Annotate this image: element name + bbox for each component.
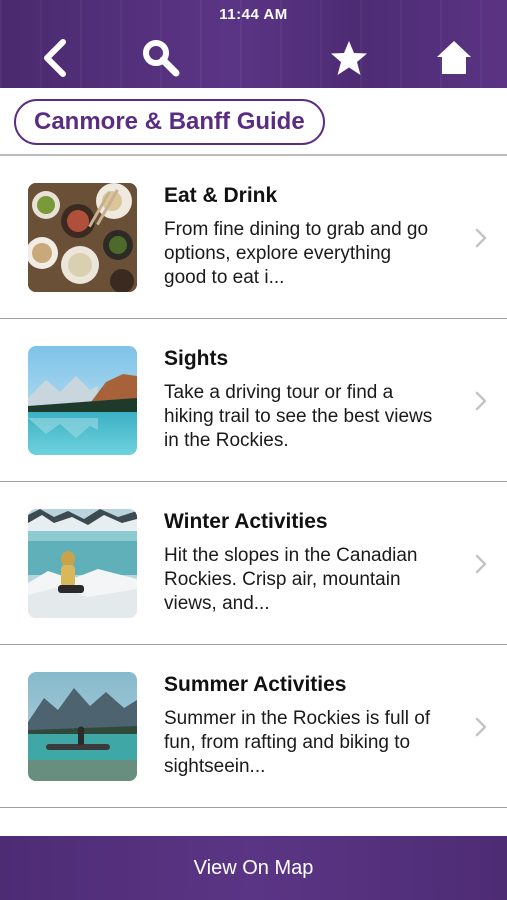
guide-title[interactable]: Canmore & Banff Guide [14,99,325,145]
item-description: Summer in the Rockies is full of fun, fr… [164,708,431,777]
item-description: Take a driving tour or find a hiking tra… [164,382,433,451]
search-button[interactable] [139,36,183,80]
view-on-map-button[interactable]: View On Map [0,836,507,900]
category-list: Eat & Drink From fine dining to grab and… [0,156,507,808]
house-icon [437,41,471,74]
mountain-lake-thumbnail [28,346,137,455]
canoe-lake-thumbnail [28,672,137,781]
chevron-right-icon [475,228,487,248]
chevron-right-icon [475,391,487,411]
list-item-eat-drink[interactable]: Eat & Drink From fine dining to grab and… [0,156,507,319]
snowy-mountain-thumbnail [28,509,137,618]
back-button[interactable] [32,36,76,80]
list-item-summer-activities[interactable]: Summer Activities Summer in the Rockies … [0,645,507,808]
favorites-button[interactable] [327,36,371,80]
item-description: From fine dining to grab and go options,… [164,219,429,288]
chevron-right-icon [475,554,487,574]
chevron-right-icon [475,717,487,737]
top-nav-bar: 11:44 AM [0,0,507,88]
guide-header: Canmore & Banff Guide [0,88,507,156]
item-title: Eat & Drink [164,184,278,207]
star-icon [331,41,367,75]
magnifier-icon [143,40,180,77]
item-title: Winter Activities [164,510,328,533]
home-button[interactable] [432,36,476,80]
list-item-sights[interactable]: Sights Take a driving tour or find a hik… [0,319,507,482]
item-description: Hit the slopes in the Canadian Rockies. … [164,545,418,614]
back-chevron-icon [44,39,66,77]
list-item-winter-activities[interactable]: Winter Activities Hit the slopes in the … [0,482,507,645]
food-table-thumbnail [28,183,137,292]
item-title: Summer Activities [164,673,347,696]
item-title: Sights [164,347,229,370]
status-time: 11:44 AM [219,6,288,23]
